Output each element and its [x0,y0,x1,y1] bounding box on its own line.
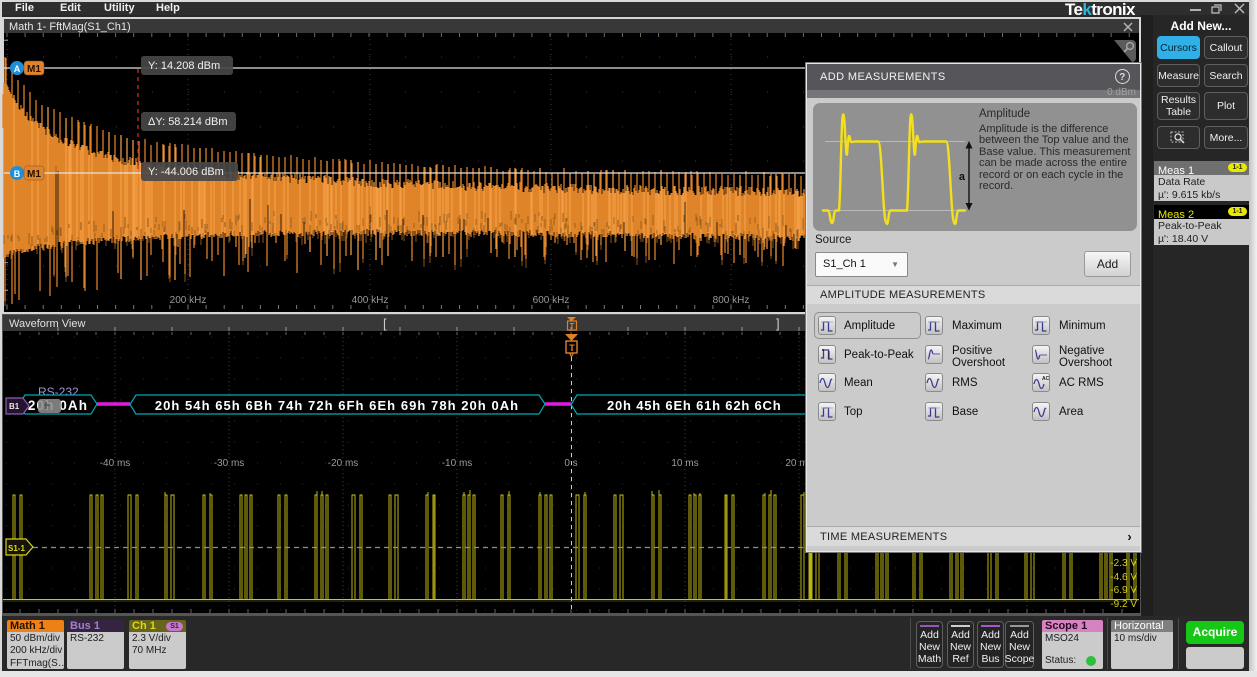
svg-text:-40 ms: -40 ms [100,458,131,469]
svg-text:Y: 14.208 dBm: Y: 14.208 dBm [148,60,220,72]
svg-text:B1: B1 [9,402,20,411]
svg-text:AC: AC [1042,376,1049,382]
svg-text:ΔY: 58.214 dBm: ΔY: 58.214 dBm [148,116,228,128]
svg-text:-6.9 V: -6.9 V [1110,585,1137,596]
svg-text:a: a [959,171,966,183]
svg-text:800 kHz: 800 kHz [713,295,750,306]
svg-text:Math 1- FftMag(S1_Ch1): Math 1- FftMag(S1_Ch1) [9,21,131,33]
svg-text:T: T [569,343,575,353]
svg-text:-20 ms: -20 ms [328,458,359,469]
svg-text:]: ] [776,316,780,331]
svg-text:Y: -44.006 dBm: Y: -44.006 dBm [148,166,224,178]
svg-text:-30 ms: -30 ms [214,458,245,469]
svg-text:M1: M1 [27,64,41,75]
svg-text:T: T [570,322,575,331]
svg-text:Waveform View: Waveform View [9,318,85,330]
svg-text:20h 45h 6Eh 61h 62h 6Ch: 20h 45h 6Eh 61h 62h 6Ch [607,398,781,413]
svg-text:400 kHz: 400 kHz [352,295,389,306]
svg-text:-2.3 V: -2.3 V [1110,558,1137,569]
svg-text:-4.6 V: -4.6 V [1110,572,1137,583]
svg-text:600 kHz: 600 kHz [533,295,570,306]
svg-text:-9.2 V: -9.2 V [1110,599,1137,610]
svg-text:[: [ [383,316,387,331]
svg-text:20h 54h 65h 6Bh 74h 72h 6Fh 6E: 20h 54h 65h 6Bh 74h 72h 6Fh 6Eh 69h 78h … [155,398,519,413]
svg-text:-10 ms: -10 ms [442,458,473,469]
svg-text:B: B [14,169,21,179]
svg-text:200 kHz: 200 kHz [170,295,207,306]
svg-text:A: A [14,64,21,74]
svg-text:10 ms: 10 ms [671,458,698,469]
svg-text:M1: M1 [27,169,41,180]
svg-text:S1-1: S1-1 [8,544,25,553]
